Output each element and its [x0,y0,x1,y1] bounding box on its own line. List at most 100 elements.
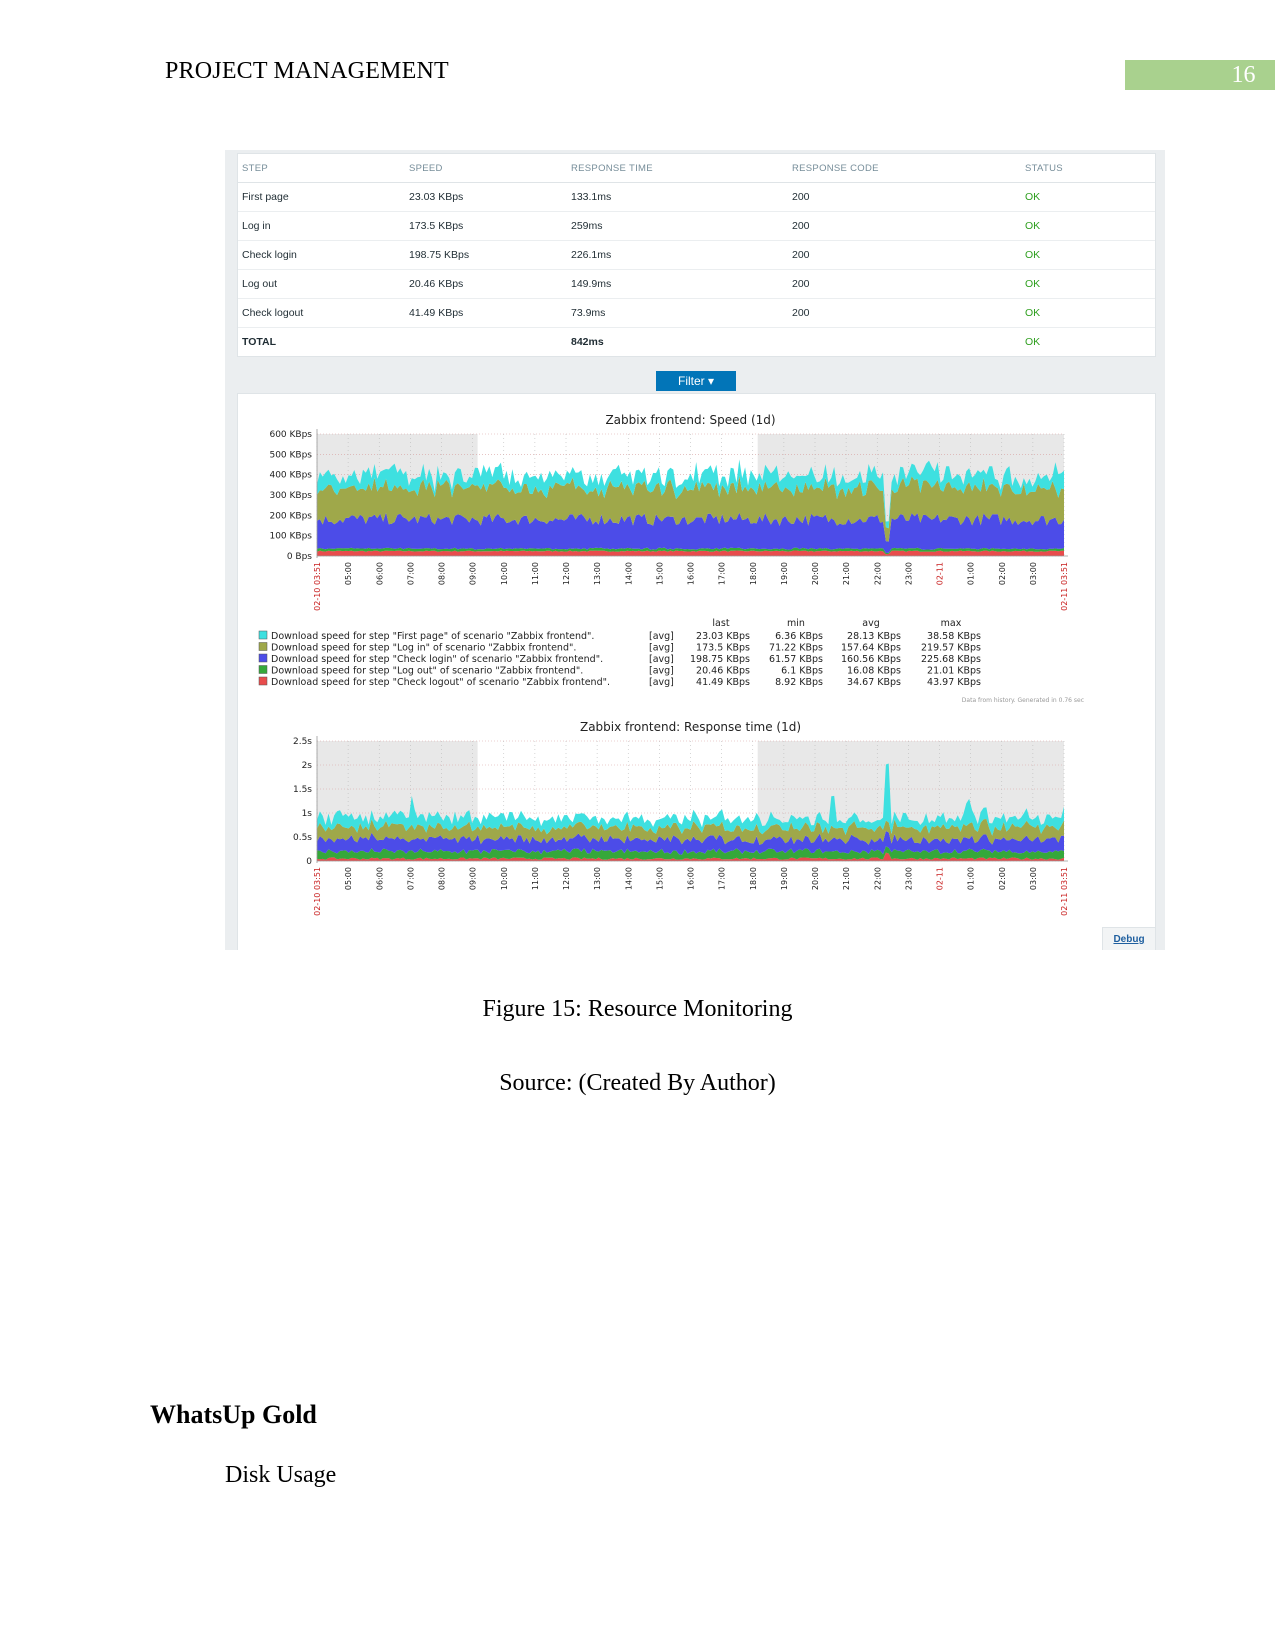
cell-total-label: TOTAL [242,336,277,348]
x-tick-label: 05:00 [344,562,353,585]
chart-note: Data from history. Generated in 0.76 sec [962,697,1084,704]
x-tick-label: 11:00 [531,867,540,890]
cell-total-speed [405,328,567,357]
debug-link[interactable]: Debug [1102,927,1155,950]
legend-header: max [941,618,962,629]
legend-func: [avg] [649,643,674,654]
legend-header: last [712,618,729,629]
legend-swatch [258,653,268,663]
y-tick-label: 1.5s [293,785,312,795]
legend-func: [avg] [649,677,674,688]
legend-func: [avg] [649,666,674,677]
table-row: Log out 20.46 KBps 149.9ms 200 OK [238,269,1155,299]
legend-min: 61.57 KBps [769,654,823,665]
y-tick-label: 0.5s [293,833,312,843]
cell-response-time: 133.1ms [567,182,788,212]
x-tick-label: 20:00 [811,562,820,585]
cell-status: OK [1021,298,1155,328]
column-header: STATUS [1021,154,1155,183]
x-tick-label: 08:00 [438,867,447,890]
x-tick-label: 22:00 [873,867,882,890]
x-tick-label: 02-11 [936,867,945,890]
cell-step: Check logout [238,298,405,328]
y-tick-label: 0 [306,857,312,867]
x-tick-label: 21:00 [842,867,851,890]
x-tick-label: 19:00 [780,562,789,585]
table-header-row: STEP SPEED RESPONSE TIME RESPONSE CODE S… [238,154,1155,183]
cell-total-status: OK [1025,336,1041,348]
y-tick-label: 2s [302,761,313,771]
legend-last: 41.49 KBps [696,677,750,688]
legend-min: 6.1 KBps [781,666,823,677]
table-row: Check logout 41.49 KBps 73.9ms 200 OK [238,298,1155,328]
filter-button[interactable]: Filter ▾ [656,371,736,391]
legend-avg: 160.56 KBps [841,654,901,665]
table-total-row: TOTAL 842ms OK [238,328,1155,357]
cell-status: OK [1021,240,1155,270]
web-scenario-table: STEP SPEED RESPONSE TIME RESPONSE CODE S… [237,153,1156,357]
x-tick-label: 23:00 [904,867,913,890]
legend-last: 198.75 KBps [690,654,750,665]
cell-status: OK [1021,211,1155,241]
page-number: 16 [1125,60,1275,90]
y-tick-label: 100 KBps [269,532,312,542]
x-tick-label: 06:00 [375,867,384,890]
legend-swatch [258,630,268,640]
x-tick-label: 09:00 [469,562,478,585]
legend-swatch [258,642,268,651]
y-tick-label: 300 KBps [269,491,312,501]
legend-series-name: Download speed for step "Check logout" o… [271,677,610,688]
legend-min: 8.92 KBps [775,677,823,688]
y-tick-label: 0 Bps [287,552,312,562]
cell-speed: 41.49 KBps [405,298,567,328]
x-tick-label: 14:00 [624,562,633,585]
legend-max: 43.97 KBps [927,677,981,688]
legend-min: 71.22 KBps [769,643,823,654]
cell-total-time: 842ms [571,336,604,348]
legend-series-name: Download speed for step "Log out" of sce… [271,666,583,677]
x-tick-label: 07:00 [406,562,415,585]
x-tick-label: 18:00 [749,867,758,890]
legend-max: 219.57 KBps [921,643,981,654]
x-tick-label: 23:00 [904,562,913,585]
table-row: Log in 173.5 KBps 259ms 200 OK [238,211,1155,241]
graphs-panel: Zabbix frontend: Speed (1d) 600 KBps 500 K… [237,393,1156,950]
x-tick-label: 06:00 [375,562,384,585]
figure-caption: Figure 15: Resource Monitoring [482,996,793,1022]
x-tick-label: 02:00 [998,562,1007,585]
x-tick-label: 02-11 03:51 [1060,562,1069,611]
x-tick-label: 03:00 [1029,562,1038,585]
y-tick-label: 600 KBps [269,430,312,440]
cell-step: Log out [238,269,405,299]
x-tick-label: 10:00 [500,867,509,890]
x-tick-label: 18:00 [749,562,758,585]
running-header: PROJECT MANAGEMENT [165,58,449,84]
graphs-svg: Zabbix frontend: Speed (1d) 600 KBps 500 K… [258,413,1084,916]
x-tick-label: 20:00 [811,867,820,890]
x-tick-label: 14:00 [624,867,633,890]
cell-response-code: 200 [788,269,1021,299]
cell-status: OK [1021,182,1155,212]
y-tick-label: 200 KBps [269,511,312,521]
page-number-text: 16 [1231,62,1256,88]
y-tick-label: 2.5s [293,737,312,747]
legend-header: min [787,618,805,629]
cell-step: Check login [238,240,405,270]
chart-title: Zabbix frontend: Speed (1d) [605,413,775,427]
cell-response-code: 200 [788,211,1021,241]
cell-response-time: 149.9ms [567,269,788,299]
column-header: RESPONSE CODE [788,154,1021,183]
legend-swatch [258,676,268,686]
legend-series-name: Download speed for step "Log in" of scen… [271,643,576,654]
cell-response-code: 200 [788,240,1021,270]
cell-status: OK [1021,269,1155,299]
x-tick-label: 09:00 [469,867,478,890]
table-row: First page 23.03 KBps 133.1ms 200 OK [238,182,1155,212]
section-heading: WhatsUp Gold [150,1400,317,1429]
legend-func: [avg] [649,631,674,642]
x-tick-label: 05:00 [344,867,353,890]
legend-avg: 157.64 KBps [841,643,901,654]
figure-source: Source: (Created By Author) [499,1070,776,1096]
x-tick-label: 16:00 [687,867,696,890]
x-tick-label: 01:00 [967,562,976,585]
